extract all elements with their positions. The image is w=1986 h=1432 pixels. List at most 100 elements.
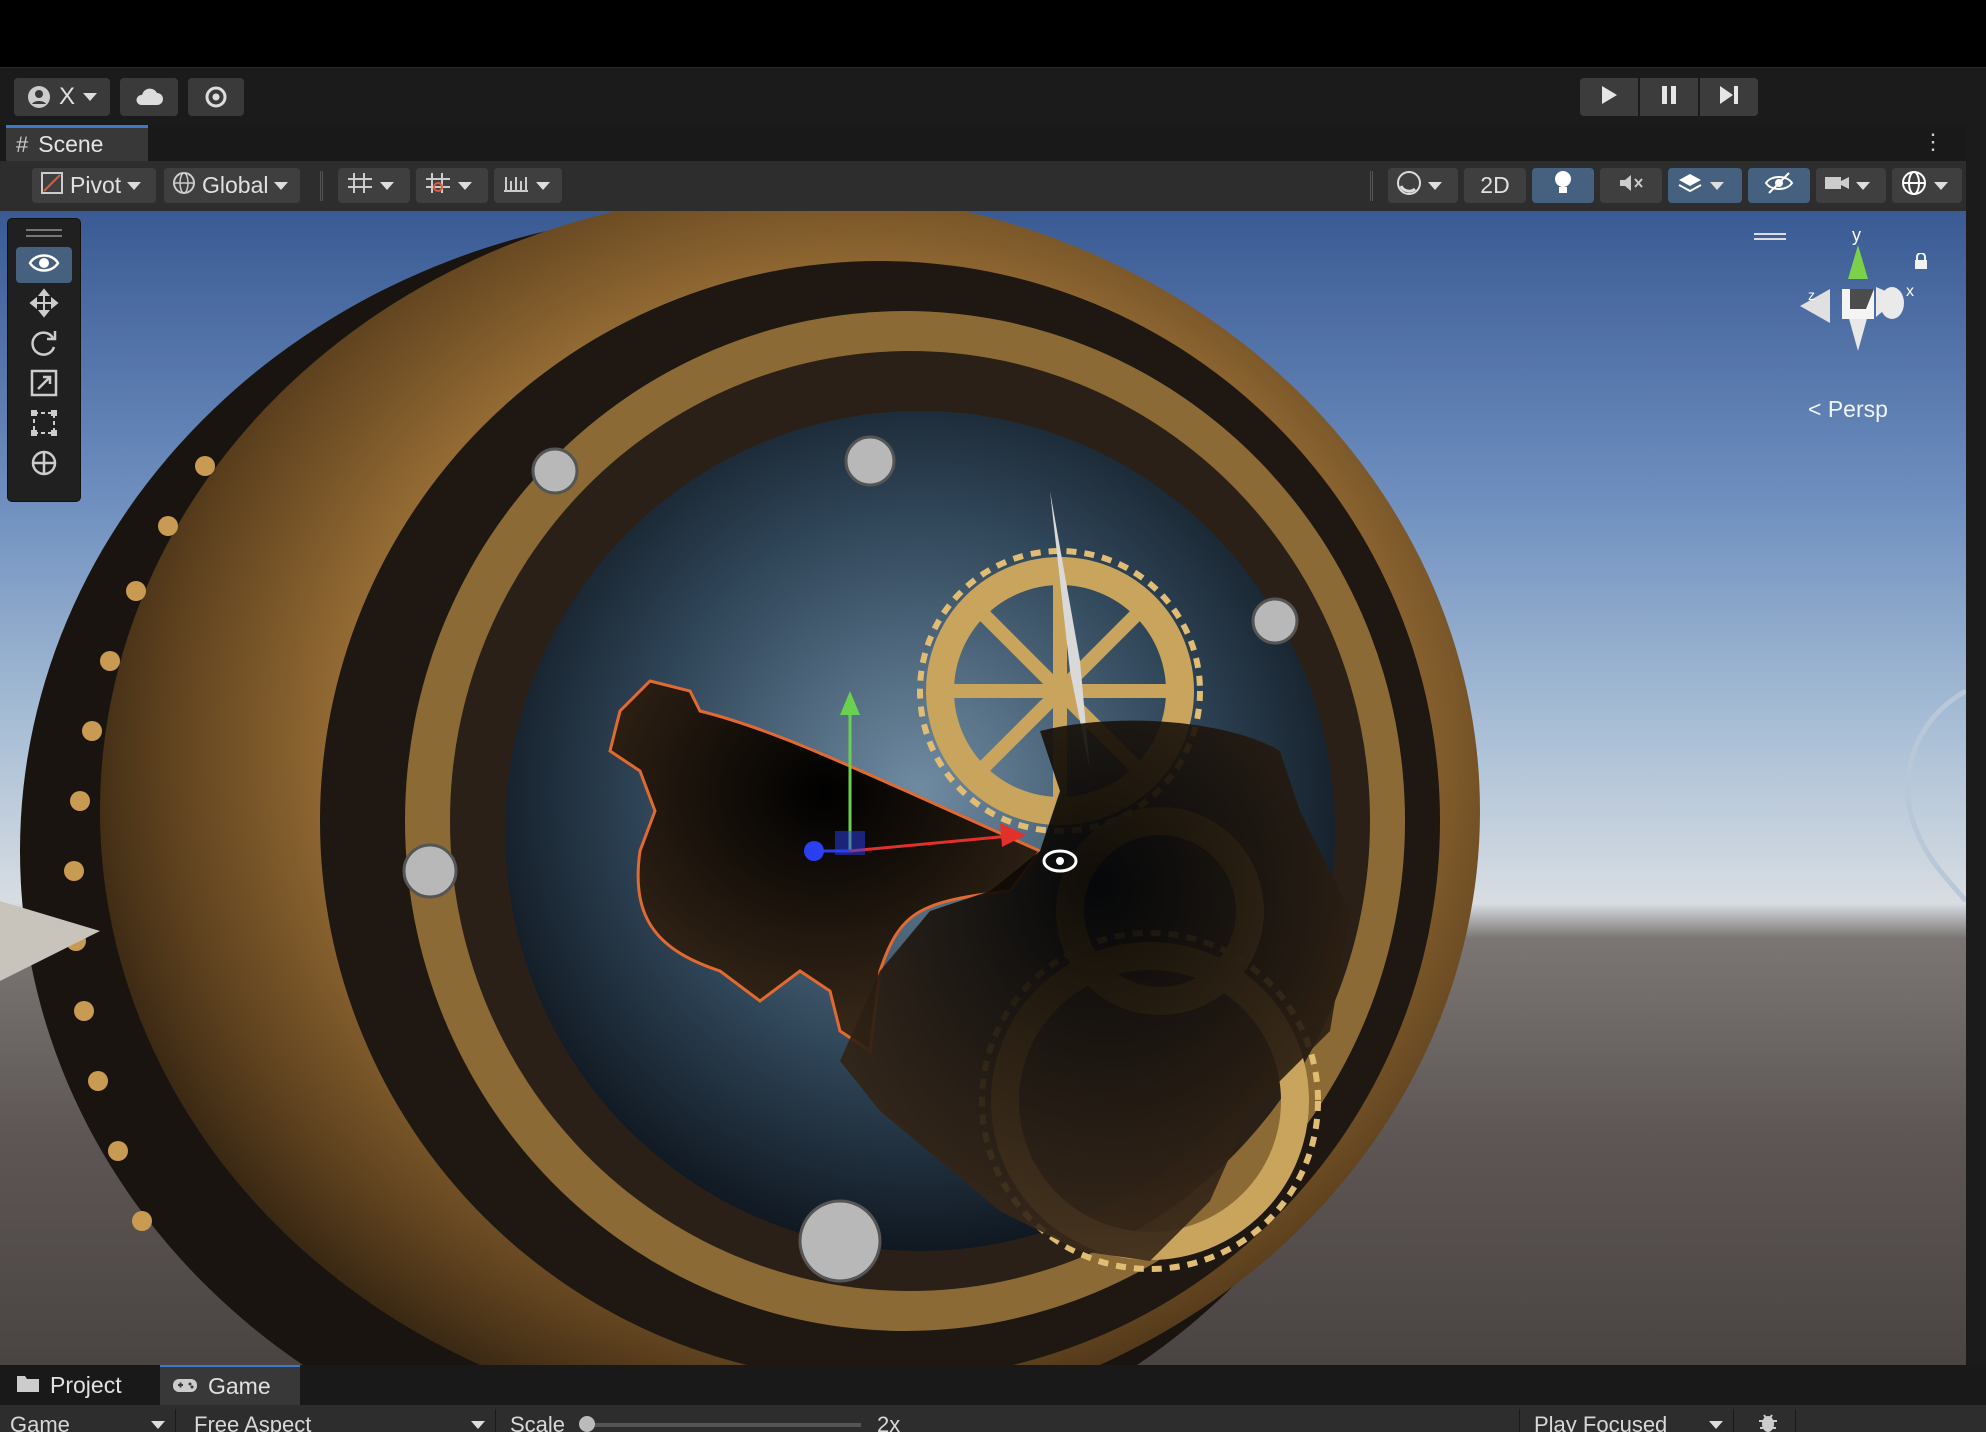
tab-project[interactable]: Project — [4, 1365, 156, 1405]
cloud-button[interactable] — [120, 78, 178, 116]
tab-game-label: Game — [208, 1372, 271, 1399]
projection-label: Persp — [1827, 396, 1888, 422]
rect-transform-icon — [29, 408, 59, 443]
display-label: Game — [10, 1412, 70, 1432]
chevron-down-icon — [83, 93, 97, 101]
scale-value: 2x — [877, 1412, 901, 1432]
window-titlebar — [0, 0, 1986, 67]
view-tool-button[interactable] — [16, 247, 72, 283]
chevron-down-icon — [151, 1421, 165, 1429]
camera-dropdown[interactable] — [1816, 168, 1886, 203]
projection-toggle[interactable]: < Persp — [1808, 396, 1888, 423]
eye-slash-icon — [1764, 171, 1794, 201]
play-mode-label: Play Focused — [1534, 1412, 1668, 1432]
account-label: X — [58, 83, 75, 110]
pause-button[interactable] — [1640, 78, 1698, 116]
chevron-down-icon — [1428, 181, 1442, 190]
scale-icon — [29, 368, 59, 403]
kebab-menu-icon[interactable]: ⋮ — [1922, 131, 1944, 153]
chevron-down-icon — [536, 181, 550, 190]
debug-button[interactable] — [1740, 1409, 1796, 1432]
move-tool-button[interactable] — [16, 287, 72, 323]
pivot-icon — [40, 171, 64, 201]
pivot-dropdown[interactable]: Pivot — [32, 168, 156, 203]
toolbar-divider — [1370, 171, 1373, 201]
audio-toggle[interactable] — [1600, 168, 1662, 203]
shading-mode-dropdown[interactable] — [1388, 168, 1458, 203]
gizmo-x-label: x — [1906, 283, 1914, 300]
global-dropdown[interactable]: Global — [164, 168, 300, 203]
step-button[interactable] — [1700, 78, 1758, 116]
mute-icon — [1618, 171, 1644, 201]
camera-icon — [1824, 172, 1850, 199]
play-mode-dropdown[interactable]: Play Focused — [1524, 1409, 1734, 1432]
pause-icon — [1661, 85, 1677, 110]
effects-dropdown[interactable] — [1668, 168, 1742, 203]
display-dropdown[interactable]: Game — [0, 1409, 176, 1432]
layers-effects-icon — [1676, 170, 1704, 202]
ruler-icon — [502, 171, 530, 201]
hash-icon: # — [16, 131, 29, 157]
tab-project-label: Project — [50, 1371, 122, 1398]
bug-icon — [1757, 1411, 1779, 1432]
rotate-icon — [29, 328, 59, 363]
tab-scene[interactable]: # Scene — [6, 125, 148, 161]
increment-snap-icon — [424, 171, 452, 201]
collab-button[interactable] — [188, 78, 244, 116]
account-dropdown[interactable]: X — [14, 78, 110, 116]
chevron-left-icon: < — [1808, 396, 1822, 422]
lighting-toggle[interactable] — [1532, 168, 1594, 203]
pivot-label: Pivot — [70, 172, 122, 198]
scale-slider-thumb[interactable] — [579, 1416, 596, 1432]
chevron-down-icon — [1709, 1421, 1723, 1429]
scene-view-toolbar: Pivot Global 2D — [0, 161, 1966, 212]
scene-viewport[interactable]: y x z < Persp — [0, 211, 1966, 1365]
increment-snap-dropdown[interactable] — [416, 168, 488, 203]
gizmo-globe-icon — [1900, 169, 1928, 203]
step-icon — [1718, 85, 1740, 110]
scene-visibility-toggle[interactable] — [1748, 168, 1810, 203]
tab-game[interactable]: Game — [160, 1365, 300, 1405]
shading-sphere-icon — [1396, 170, 1422, 202]
gear-icon — [204, 85, 228, 109]
tab-scene-label: Scene — [38, 131, 104, 157]
scale-slider[interactable] — [579, 1416, 862, 1432]
ruler-dropdown[interactable] — [494, 168, 562, 203]
globe-icon — [172, 171, 196, 201]
gizmos-dropdown[interactable] — [1892, 168, 1962, 203]
main-toolbar: X — [0, 67, 1986, 126]
pocket-watch-scene-image — [0, 211, 1966, 1365]
chevron-down-icon — [274, 181, 289, 190]
rect-tool-button[interactable] — [16, 407, 72, 443]
chevron-down-icon — [1934, 181, 1948, 190]
toggle-2d-button[interactable]: 2D — [1464, 168, 1526, 203]
chevron-down-icon — [458, 181, 472, 190]
play-icon — [1600, 85, 1618, 110]
aspect-dropdown[interactable]: Free Aspect — [184, 1409, 496, 1432]
move-arrows-icon — [29, 287, 59, 323]
tool-palette — [7, 218, 81, 502]
chevron-down-icon — [1710, 181, 1724, 190]
play-button[interactable] — [1580, 78, 1638, 116]
toggle-2d-label: 2D — [1480, 172, 1510, 198]
gamepad-icon — [172, 1373, 198, 1400]
chevron-down-icon — [380, 181, 394, 190]
drag-handle[interactable] — [26, 229, 62, 231]
grid-snap-dropdown[interactable] — [338, 168, 410, 203]
folder-icon — [16, 1372, 40, 1399]
chevron-down-icon — [1856, 181, 1870, 190]
game-view-toolbar: Game Free Aspect Scale 2x Play Focused — [0, 1405, 1986, 1432]
scale-tool-button[interactable] — [16, 367, 72, 403]
rotate-tool-button[interactable] — [16, 327, 72, 363]
grid-snap-icon — [346, 171, 374, 201]
eye-icon — [28, 252, 60, 279]
gizmo-z-label: z — [1808, 287, 1815, 303]
account-icon — [27, 85, 51, 109]
scale-label: Scale — [510, 1412, 566, 1432]
gizmo-drag-handle[interactable] — [1754, 233, 1786, 235]
play-controls — [1580, 78, 1758, 116]
transform-tool-button[interactable] — [16, 447, 72, 483]
lightbulb-icon — [1553, 170, 1573, 202]
side-scroll-strip — [1966, 125, 1986, 1365]
chevron-down-icon — [127, 181, 142, 190]
